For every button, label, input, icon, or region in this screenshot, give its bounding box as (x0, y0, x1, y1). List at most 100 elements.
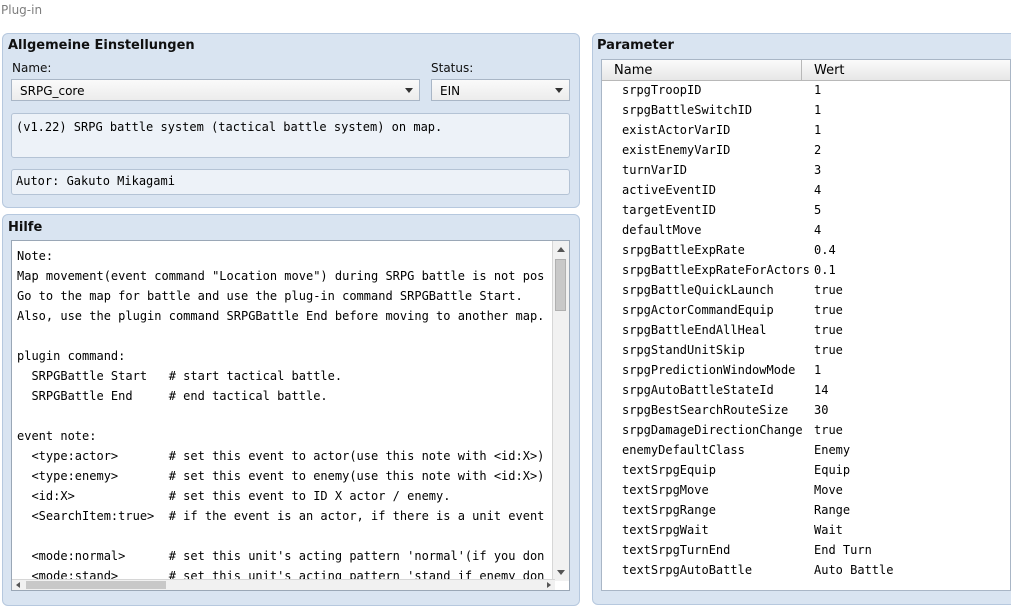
parameter-value: Enemy (814, 443, 851, 457)
parameter-value: true (814, 283, 843, 297)
table-row[interactable]: textSrpgWait Wait (602, 521, 1010, 541)
table-row[interactable]: srpgBattleQuickLaunch true (602, 281, 1010, 301)
help-vertical-scrollbar[interactable] (552, 241, 569, 581)
table-row[interactable]: srpgTroopID 1 (602, 81, 1010, 101)
scroll-thumb[interactable] (555, 259, 566, 311)
parameter-name: textSrpgAutoBattle (622, 563, 753, 577)
name-select[interactable]: SRPG_core (11, 79, 420, 101)
parameter-value: 2 (814, 143, 822, 157)
parameter-name: enemyDefaultClass (622, 443, 745, 457)
column-divider[interactable] (801, 60, 802, 80)
table-row[interactable]: textSrpgTurnEnd End Turn (602, 541, 1010, 561)
table-row[interactable]: srpgActorCommandEquip true (602, 301, 1010, 321)
scroll-thumb[interactable] (26, 581, 166, 589)
parameter-value: 1 (814, 83, 822, 97)
parameter-name: srpgAutoBattleStateId (622, 383, 774, 397)
parameter-value: 3 (814, 163, 822, 177)
table-row[interactable]: existActorVarID 1 (602, 121, 1010, 141)
table-row[interactable]: srpgBattleEndAllHeal true (602, 321, 1010, 341)
column-header-name[interactable]: Name (614, 63, 652, 78)
table-row[interactable]: srpgBattleSwitchID 1 (602, 101, 1010, 121)
parameter-name: srpgBattleQuickLaunch (622, 283, 774, 297)
table-row[interactable]: srpgDamageDirectionChange true (602, 421, 1010, 441)
parameter-value: 1 (814, 363, 822, 377)
parameter-value: 0.1 (814, 263, 836, 277)
table-row[interactable]: activeEventID 4 (602, 181, 1010, 201)
parameter-name: existEnemyVarID (622, 143, 731, 157)
parameter-name: activeEventID (622, 183, 716, 197)
parameter-table: Name Wert srpgTroopID 1 srpgBattleSwitchID… (601, 59, 1011, 591)
table-row[interactable]: srpgStandUnitSkip true (602, 341, 1010, 361)
name-select-value: SRPG_core (20, 84, 85, 98)
parameter-name: existActorVarID (622, 123, 731, 137)
parameter-name: textSrpgTurnEnd (622, 543, 731, 557)
chevron-down-icon (405, 88, 413, 93)
chevron-down-icon (555, 88, 563, 93)
scroll-right-icon[interactable] (547, 582, 551, 588)
parameter-name: textSrpgRange (622, 503, 716, 517)
parameter-value: Auto Battle (814, 563, 894, 577)
parameter-name: srpgBattleExpRateForActors (622, 263, 810, 277)
parameter-name: srpgBattleEndAllHeal (622, 323, 767, 337)
scroll-up-icon[interactable] (557, 247, 565, 252)
table-row[interactable]: targetEventID 5 (602, 201, 1010, 221)
parameter-name: srpgBattleSwitchID (622, 103, 753, 117)
parameter-value: true (814, 343, 843, 357)
parameter-value: 14 (814, 383, 829, 397)
parameter-value: true (814, 303, 843, 317)
table-row[interactable]: srpgBattleExpRateForActors 0.1 (602, 261, 1010, 281)
table-row[interactable]: srpgBestSearchRouteSize 30 (602, 401, 1010, 421)
description-text: (v1.22) SRPG battle system (tactical bat… (16, 120, 443, 134)
parameter-value: 5 (814, 203, 822, 217)
parameter-table-header: Name Wert (602, 60, 1010, 81)
parameter-name: srpgStandUnitSkip (622, 343, 745, 357)
scroll-down-icon[interactable] (557, 570, 565, 575)
parameter-name: targetEventID (622, 203, 716, 217)
table-row[interactable]: textSrpgEquip Equip (602, 461, 1010, 481)
status-select[interactable]: EIN (431, 79, 570, 101)
parameter-value: Equip (814, 463, 851, 477)
parameter-value: Range (814, 503, 851, 517)
parameter-name: srpgActorCommandEquip (622, 303, 774, 317)
parameter-value: true (814, 323, 843, 337)
parameter-heading: Parameter (597, 38, 674, 53)
parameter-value: 4 (814, 223, 822, 237)
help-text: Note: Map movement(event command "Locati… (17, 249, 544, 583)
parameter-name: srpgBattleExpRate (622, 243, 745, 257)
help-heading: Hilfe (8, 220, 43, 235)
table-row[interactable]: defaultMove 4 (602, 221, 1010, 241)
parameter-name: srpgTroopID (622, 83, 702, 97)
help-horizontal-scrollbar[interactable] (12, 579, 555, 590)
parameter-value: 4 (814, 183, 822, 197)
description-field[interactable]: (v1.22) SRPG battle system (tactical bat… (11, 113, 570, 158)
parameter-name: srpgBestSearchRouteSize (622, 403, 789, 417)
name-label: Name: (12, 61, 52, 75)
author-field[interactable]: Autor: Gakuto Mikagami (11, 169, 570, 195)
parameter-name: textSrpgMove (622, 483, 709, 497)
table-row[interactable]: enemyDefaultClass Enemy (602, 441, 1010, 461)
scroll-left-icon[interactable] (16, 582, 20, 588)
table-row[interactable]: textSrpgAutoBattle Auto Battle (602, 561, 1010, 581)
table-row[interactable]: textSrpgRange Range (602, 501, 1010, 521)
parameter-name: srpgPredictionWindowMode (622, 363, 796, 377)
help-text-area[interactable]: Note: Map movement(event command "Locati… (11, 240, 570, 591)
parameter-rows: srpgTroopID 1 srpgBattleSwitchID 1 existActo… (602, 81, 1010, 581)
parameter-name: turnVarID (622, 163, 688, 177)
general-settings-heading: Allgemeine Einstellungen (8, 38, 195, 53)
parameter-name: textSrpgWait (622, 523, 709, 537)
parameter-name: srpgDamageDirectionChange (622, 423, 803, 437)
parameter-value: true (814, 423, 843, 437)
parameter-value: End Turn (814, 543, 872, 557)
column-header-value[interactable]: Wert (814, 63, 845, 78)
table-row[interactable]: srpgPredictionWindowMode 1 (602, 361, 1010, 381)
table-row[interactable]: srpgAutoBattleStateId 14 (602, 381, 1010, 401)
table-row[interactable]: turnVarID 3 (602, 161, 1010, 181)
table-row[interactable]: textSrpgMove Move (602, 481, 1010, 501)
table-row[interactable]: existEnemyVarID 2 (602, 141, 1010, 161)
status-select-value: EIN (440, 84, 461, 98)
parameter-value: 30 (814, 403, 829, 417)
parameter-name: textSrpgEquip (622, 463, 716, 477)
parameter-value: 1 (814, 123, 822, 137)
table-row[interactable]: srpgBattleExpRate 0.4 (602, 241, 1010, 261)
parameter-value: 1 (814, 103, 822, 117)
